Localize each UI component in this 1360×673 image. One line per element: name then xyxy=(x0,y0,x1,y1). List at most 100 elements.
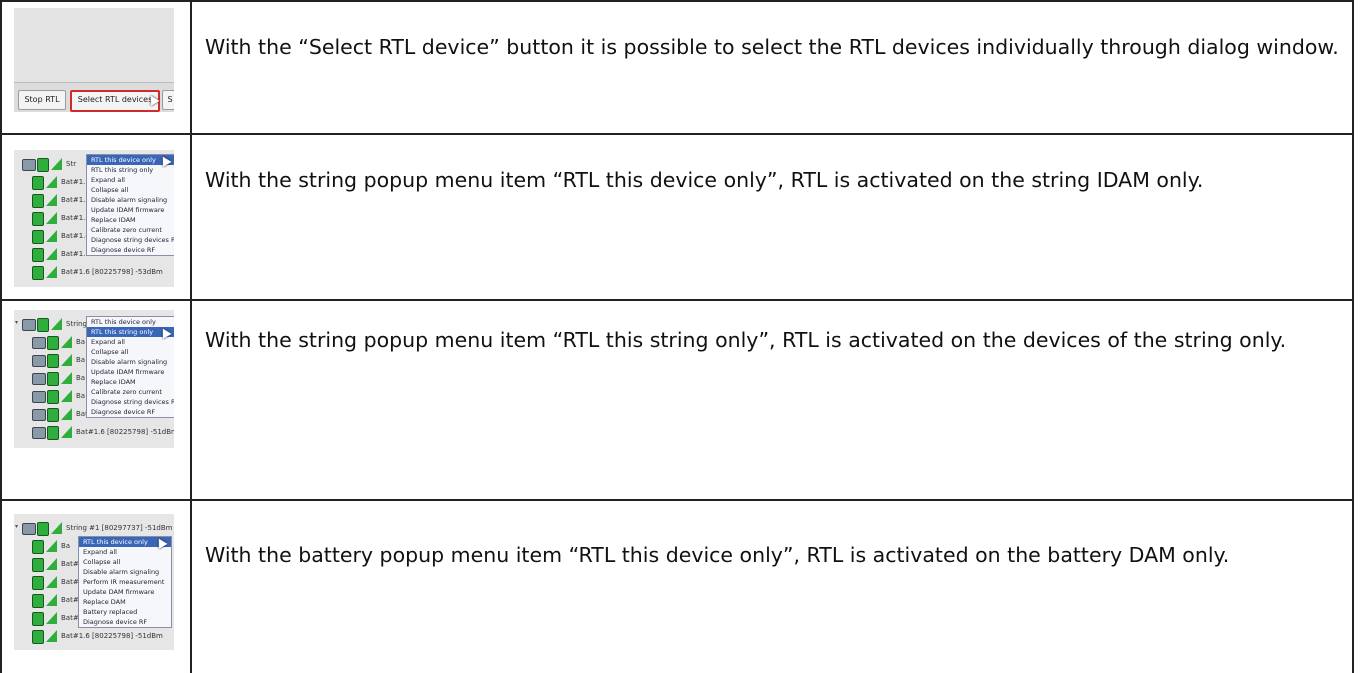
popup-menu-item[interactable]: Perform IR measurement xyxy=(79,577,171,587)
tree-row[interactable]: Bat#1.6 [80225798] -51dBm xyxy=(14,424,174,440)
battery-icon xyxy=(32,540,44,554)
popup-menu-item[interactable]: RTL this device only xyxy=(87,317,174,327)
table-border-middle xyxy=(190,0,192,673)
next-button[interactable]: S xyxy=(162,90,174,110)
battery-icon xyxy=(32,612,44,626)
device-icon xyxy=(32,427,46,439)
popup-menu-item[interactable]: Collapse all xyxy=(79,557,171,567)
popup-menu-item[interactable]: Replace IDAM xyxy=(87,377,174,387)
signal-strength-icon xyxy=(46,540,57,552)
signal-strength-icon xyxy=(46,612,57,624)
tree-row[interactable]: Bat#1.6 [80225798] -53dBm xyxy=(14,264,174,280)
popup-menu-item[interactable]: Diagnose device RF xyxy=(79,617,171,627)
popup-menu-item[interactable]: Disable alarm signaling xyxy=(87,195,174,205)
battery-icon xyxy=(37,158,49,172)
popup-menu-item[interactable]: Calibrate zero current xyxy=(87,225,174,235)
battery-icon xyxy=(47,354,59,368)
device-icon xyxy=(32,409,46,421)
signal-strength-icon xyxy=(46,576,57,588)
stop-rtl-button[interactable]: Stop RTL xyxy=(18,90,66,110)
popup-menu-item[interactable]: Diagnose string devices RF xyxy=(87,397,174,407)
popup-menu-item[interactable]: Diagnose device RF xyxy=(87,245,174,255)
popup-menu-item[interactable]: Diagnose string devices RF xyxy=(87,235,174,245)
screenshot-string-menu-string: ▾ String Ba Ba Ba Ba Bat Bat#1.6 [80225798] -51… xyxy=(14,310,174,448)
battery-icon xyxy=(32,194,44,208)
popup-menu-item[interactable]: Replace IDAM xyxy=(87,215,174,225)
signal-strength-icon xyxy=(46,212,57,224)
signal-strength-icon xyxy=(61,372,72,384)
popup-menu-item[interactable]: Update IDAM firmware xyxy=(87,205,174,215)
screenshot-select-rtl-devices: Stop RTL Select RTL devices S xyxy=(14,8,174,112)
signal-strength-icon xyxy=(51,522,62,534)
battery-icon xyxy=(32,630,44,644)
popup-menu-item[interactable]: Expand all xyxy=(87,175,174,185)
tree-row-label: Bat#1.6 [80225798] -51dBm xyxy=(61,632,163,640)
signal-strength-icon xyxy=(51,158,62,170)
signal-strength-icon xyxy=(46,230,57,242)
table-border-top xyxy=(0,0,1354,2)
popup-menu-item[interactable]: Collapse all xyxy=(87,347,174,357)
signal-strength-icon xyxy=(46,630,57,642)
row-1-description: With the “Select RTL device” button it i… xyxy=(205,35,1339,59)
popup-menu-item[interactable]: RTL this string only xyxy=(87,165,174,175)
row-divider-1 xyxy=(0,133,1354,135)
popup-menu-item[interactable]: Disable alarm signaling xyxy=(79,567,171,577)
device-icon xyxy=(32,355,46,367)
signal-strength-icon xyxy=(51,318,62,330)
tree-row[interactable]: ▾ String #1 [80297737] -51dBm xyxy=(14,520,174,536)
battery-icon xyxy=(32,594,44,608)
tree-row[interactable]: Bat#1.6 [80225798] -51dBm xyxy=(14,628,174,644)
battery-icon xyxy=(32,230,44,244)
signal-strength-icon xyxy=(61,426,72,438)
expand-arrow-icon[interactable]: ▾ xyxy=(15,319,18,326)
signal-strength-icon xyxy=(61,408,72,420)
popup-menu: RTL this device only Expand all Collapse a… xyxy=(78,536,172,628)
tree-row-label: Bat#1.6 [80225798] -51dBm xyxy=(76,428,174,436)
tree-row-label: Ba xyxy=(76,392,86,400)
popup-menu-item[interactable]: Update IDAM firmware xyxy=(87,367,174,377)
popup-menu-item[interactable]: Replace DAM xyxy=(79,597,171,607)
popup-menu-item[interactable]: Collapse all xyxy=(87,185,174,195)
battery-icon xyxy=(37,318,49,332)
signal-strength-icon xyxy=(61,390,72,402)
row-3-description: With the string popup menu item “RTL thi… xyxy=(205,328,1287,352)
dialog-panel xyxy=(14,8,174,83)
table-border-left xyxy=(0,0,2,673)
device-icon xyxy=(22,159,36,171)
device-icon xyxy=(32,337,46,349)
battery-icon xyxy=(32,266,44,280)
signal-strength-icon xyxy=(61,354,72,366)
device-icon xyxy=(22,319,36,331)
popup-menu-item[interactable]: Expand all xyxy=(87,337,174,347)
expand-arrow-icon[interactable]: ▾ xyxy=(15,523,18,530)
tree-row-label: Ba xyxy=(61,542,71,550)
popup-menu-item[interactable]: Update DAM firmware xyxy=(79,587,171,597)
signal-strength-icon xyxy=(46,558,57,570)
screenshot-battery-menu-device: ▾ String #1 [80297737] -51dBm Ba Bat#1.2 Bat… xyxy=(14,514,174,650)
battery-icon xyxy=(32,558,44,572)
battery-icon xyxy=(32,248,44,262)
signal-strength-icon xyxy=(46,594,57,606)
popup-menu-item[interactable]: Disable alarm signaling xyxy=(87,357,174,367)
signal-strength-icon xyxy=(46,266,57,278)
row-2-description: With the string popup menu item “RTL thi… xyxy=(205,168,1204,192)
table-border-right xyxy=(1352,0,1354,673)
document-table: Stop RTL Select RTL devices S With the “… xyxy=(0,0,1360,673)
popup-menu-item[interactable]: Expand all xyxy=(79,547,171,557)
battery-icon xyxy=(32,212,44,226)
tree-row-label: Ba xyxy=(76,374,86,382)
device-icon xyxy=(32,373,46,385)
signal-strength-icon xyxy=(46,248,57,260)
battery-icon xyxy=(47,426,59,440)
screenshot-string-menu-device: Str Bat#1.1 Bat#1.2 Bat#1.3 Bat#1.4 Bat#1.5 Ba… xyxy=(14,150,174,287)
tree-row-label: Ba xyxy=(76,356,86,364)
tree-row-label: String #1 [80297737] -51dBm xyxy=(66,524,173,532)
battery-icon xyxy=(47,408,59,422)
popup-menu-item[interactable]: Diagnose device RF xyxy=(87,407,174,417)
select-rtl-devices-button[interactable]: Select RTL devices xyxy=(70,90,160,112)
row-divider-2 xyxy=(0,299,1354,301)
popup-menu-item[interactable]: Calibrate zero current xyxy=(87,387,174,397)
popup-menu-item[interactable]: Battery replaced xyxy=(79,607,171,617)
tree-row-label: Str xyxy=(66,160,77,168)
signal-strength-icon xyxy=(61,336,72,348)
